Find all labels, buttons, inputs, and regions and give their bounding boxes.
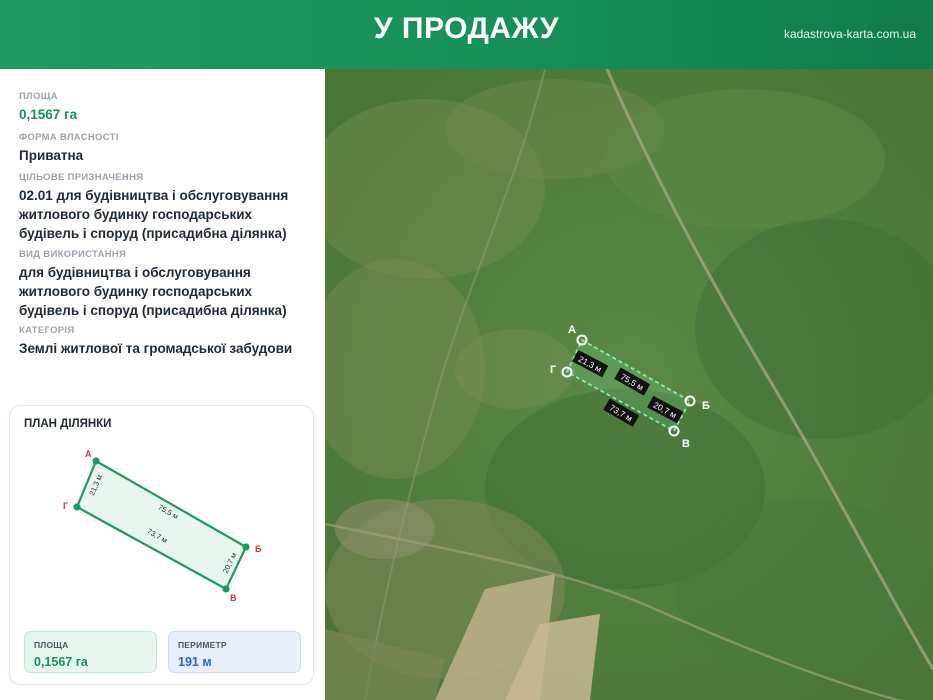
ownership-label: ФОРМА ВЛАСНОСТІ	[19, 132, 119, 143]
usage-value-line: будівель і споруд (присадибна ділянка)	[19, 303, 287, 318]
category-field: КАТЕГОРІЯ Землі житлової та громадської …	[19, 325, 319, 358]
map-vertex-label-g: Г	[550, 364, 557, 376]
header-banner: У ПРОДАЖУ kadastrova-karta.com.ua	[0, 0, 933, 69]
area-label: ПЛОЩА	[19, 91, 58, 102]
purpose-label: ЦІЛЬОВЕ ПРИЗНАЧЕННЯ	[19, 172, 144, 183]
vertex-label-g: Г	[63, 501, 68, 511]
map-vertex-label-a: А	[568, 324, 576, 336]
vertex-b	[242, 543, 250, 551]
satellite-map[interactable]: А Б В Г 75,5 м 73,7 м 21,3 м 20,7 м	[325, 69, 933, 700]
vertex-label-v: В	[230, 593, 237, 603]
vertex-label-a: А	[85, 449, 92, 459]
ownership-field: ФОРМА ВЛАСНОСТІ Приватна	[19, 132, 319, 165]
category-label: КАТЕГОРІЯ	[19, 325, 75, 336]
site-link[interactable]: kadastrova-karta.com.ua	[784, 27, 916, 41]
satellite-imagery: А Б В Г 75,5 м 73,7 м 21,3 м 20,7 м	[325, 69, 933, 700]
area-field: ПЛОЩА 0,1567 га	[19, 91, 319, 124]
perimeter-stat: ПЕРИМЕТР 191 м	[168, 631, 301, 673]
area-stat: ПЛОЩА 0,1567 га	[24, 631, 157, 673]
usage-value-line: житлового будинку господарських	[19, 284, 253, 299]
purpose-value-line: житлового будинку господарських	[19, 207, 253, 222]
purpose-value-line: 02.01 для будівництва і обслуговування	[19, 188, 289, 203]
vertex-a	[92, 457, 100, 465]
plot-plan-card: ПЛАН ДІЛЯНКИ А Б В Г 75,5 м 73,7 м 21,3 …	[9, 405, 314, 685]
vertex-v	[222, 585, 230, 593]
perimeter-stat-label: ПЕРИМЕТР	[178, 640, 227, 650]
purpose-field: ЦІЛЬОВЕ ПРИЗНАЧЕННЯ 02.01 для будівництв…	[19, 172, 319, 243]
area-stat-label: ПЛОЩА	[34, 640, 69, 650]
category-value: Землі житлової та громадської забудови	[19, 341, 293, 356]
plot-plan-diagram: А Б В Г 75,5 м 73,7 м 21,3 м 20,7 м	[63, 449, 262, 603]
usage-value-line: для будівництва і обслуговування	[19, 265, 251, 280]
map-vertex-label-v: В	[682, 438, 690, 450]
purpose-value-line: будівель і споруд (присадибна ділянка)	[19, 226, 287, 241]
usage-value: для будівництва і обслуговування житлово…	[19, 263, 319, 320]
vertex-label-b: Б	[255, 544, 262, 554]
usage-field: ВИД ВИКОРИСТАННЯ для будівництва і обслу…	[19, 249, 319, 320]
area-stat-value: 0,1567 га	[34, 655, 88, 669]
perimeter-stat-value: 191 м	[178, 655, 212, 669]
purpose-value: 02.01 для будівництва і обслуговування ж…	[19, 186, 319, 243]
usage-label: ВИД ВИКОРИСТАННЯ	[19, 249, 127, 260]
map-vertex-label-b: Б	[702, 400, 710, 412]
ownership-value: Приватна	[19, 148, 84, 163]
area-value: 0,1567 га	[19, 107, 78, 122]
vertex-g	[73, 503, 81, 511]
